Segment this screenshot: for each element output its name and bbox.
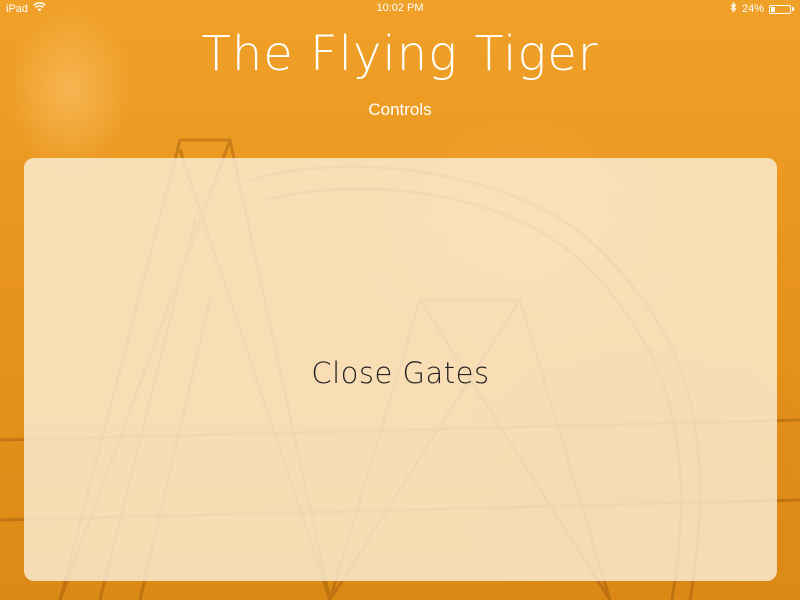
status-time: 10:02 PM (376, 2, 424, 14)
battery-fill (771, 6, 775, 12)
status-right: 24% (730, 1, 794, 16)
close-gates-button[interactable]: Close Gates (24, 158, 777, 581)
battery-icon (769, 4, 791, 14)
page-subtitle: Controls (368, 100, 432, 119)
bluetooth-icon (730, 1, 737, 16)
battery-cap (792, 7, 794, 11)
close-gates-label: Close Gates (311, 355, 490, 390)
battery-percent: 24% (741, 3, 764, 15)
page-title: The Flying Tiger (201, 26, 599, 82)
status-bar: iPad 10:02 PM 24% (0, 0, 800, 18)
